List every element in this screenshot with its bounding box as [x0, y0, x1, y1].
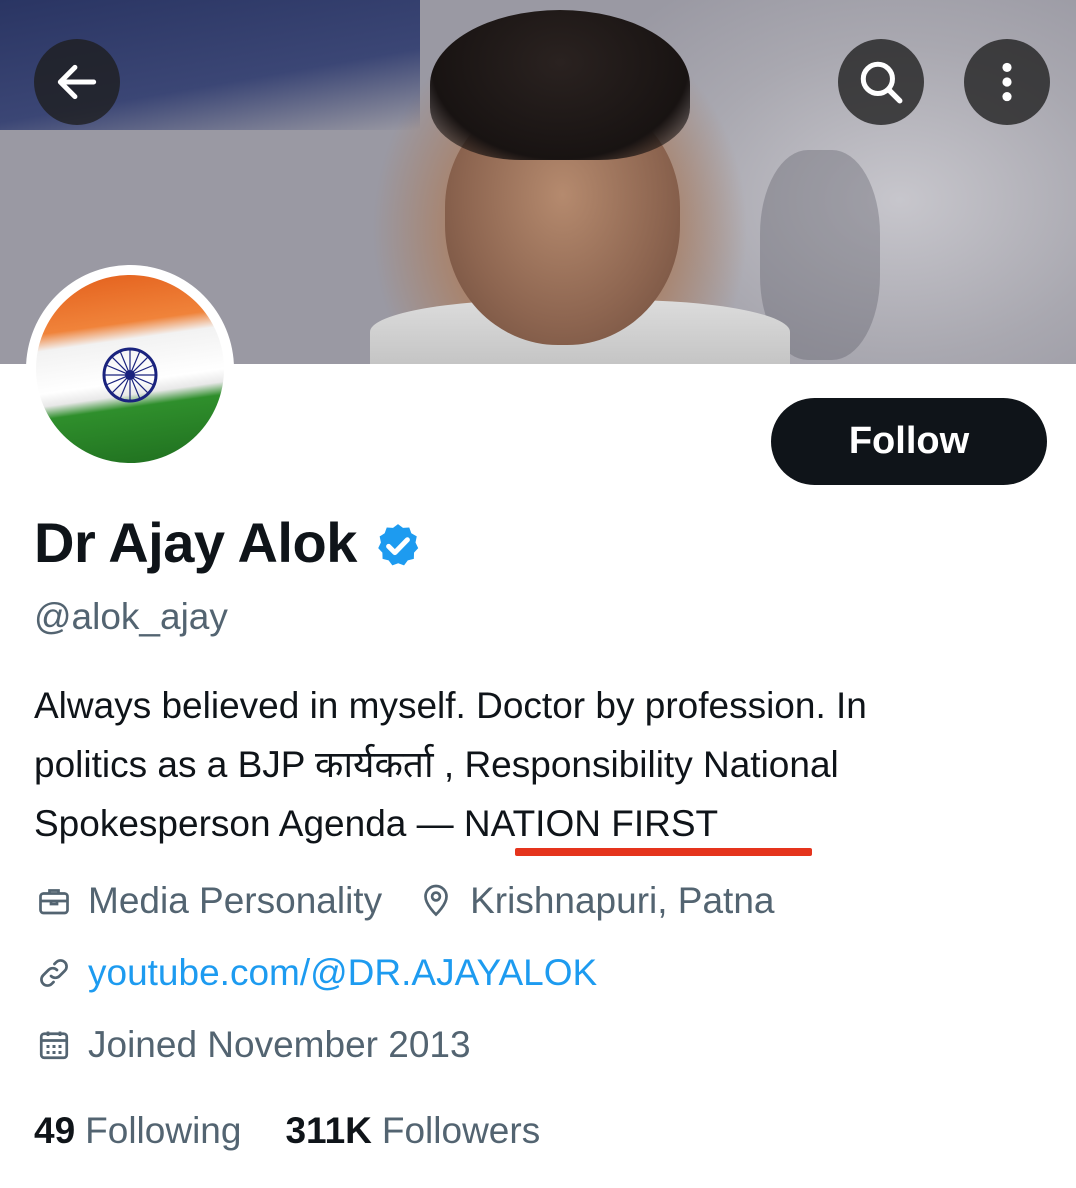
follow-button[interactable]: Follow [771, 398, 1047, 485]
profile-category: Media Personality [88, 880, 383, 921]
bio-line: Spokesperson Agenda — NATION FIRST [34, 794, 1034, 853]
profile-location: Krishnapuri, Patna [470, 880, 775, 921]
briefcase-icon [34, 881, 74, 921]
profile-stats: 49 Following 311K Followers [34, 1110, 540, 1152]
bio-line: politics as a BJP कार्यकर्ता , Responsib… [34, 744, 839, 785]
more-vertical-icon [1002, 62, 1012, 102]
profile-meta-row: Media Personality Krishnapuri, Patna [34, 880, 775, 922]
profile-bio: Always believed in myself. Doctor by pro… [34, 676, 1034, 853]
followers-stat-link[interactable]: 311K Followers [285, 1110, 540, 1152]
banner-hair [430, 10, 690, 160]
arrow-left-icon [57, 64, 97, 100]
bio-line: Always believed in myself. Doctor by pro… [34, 685, 867, 726]
following-count: 49 [34, 1110, 76, 1151]
calendar-icon [34, 1025, 74, 1065]
profile-handle: @alok_ajay [34, 596, 228, 637]
bio-highlight-text: NATION FIRST [463, 803, 719, 844]
bio-line-text: Spokesperson Agenda — [34, 803, 464, 844]
more-options-button[interactable] [964, 39, 1050, 125]
profile-meta-row: youtube.com/@DR.AJAYALOK [34, 952, 597, 994]
profile-meta-row: Joined November 2013 [34, 1024, 471, 1066]
back-button[interactable] [34, 39, 120, 125]
following-label: Following [85, 1110, 242, 1151]
link-icon [34, 953, 74, 993]
ashoka-chakra-icon [102, 347, 158, 403]
display-name: Dr Ajay Alok [34, 511, 357, 574]
followers-count: 311K [285, 1110, 372, 1151]
verified-badge-icon[interactable] [373, 521, 423, 571]
profile-name-row: Dr Ajay Alok [34, 510, 423, 575]
profile-website-link[interactable]: youtube.com/@DR.AJAYALOK [88, 952, 597, 994]
search-icon [860, 61, 903, 104]
search-button[interactable] [838, 39, 924, 125]
profile-joined-date: Joined November 2013 [88, 1024, 471, 1065]
profile-avatar[interactable] [26, 265, 234, 473]
following-stat-link[interactable]: 49 Following [34, 1110, 241, 1152]
followers-label: Followers [381, 1110, 541, 1151]
red-underline-annotation [515, 848, 812, 856]
avatar-flag-image [36, 275, 224, 463]
location-pin-icon [416, 881, 456, 921]
